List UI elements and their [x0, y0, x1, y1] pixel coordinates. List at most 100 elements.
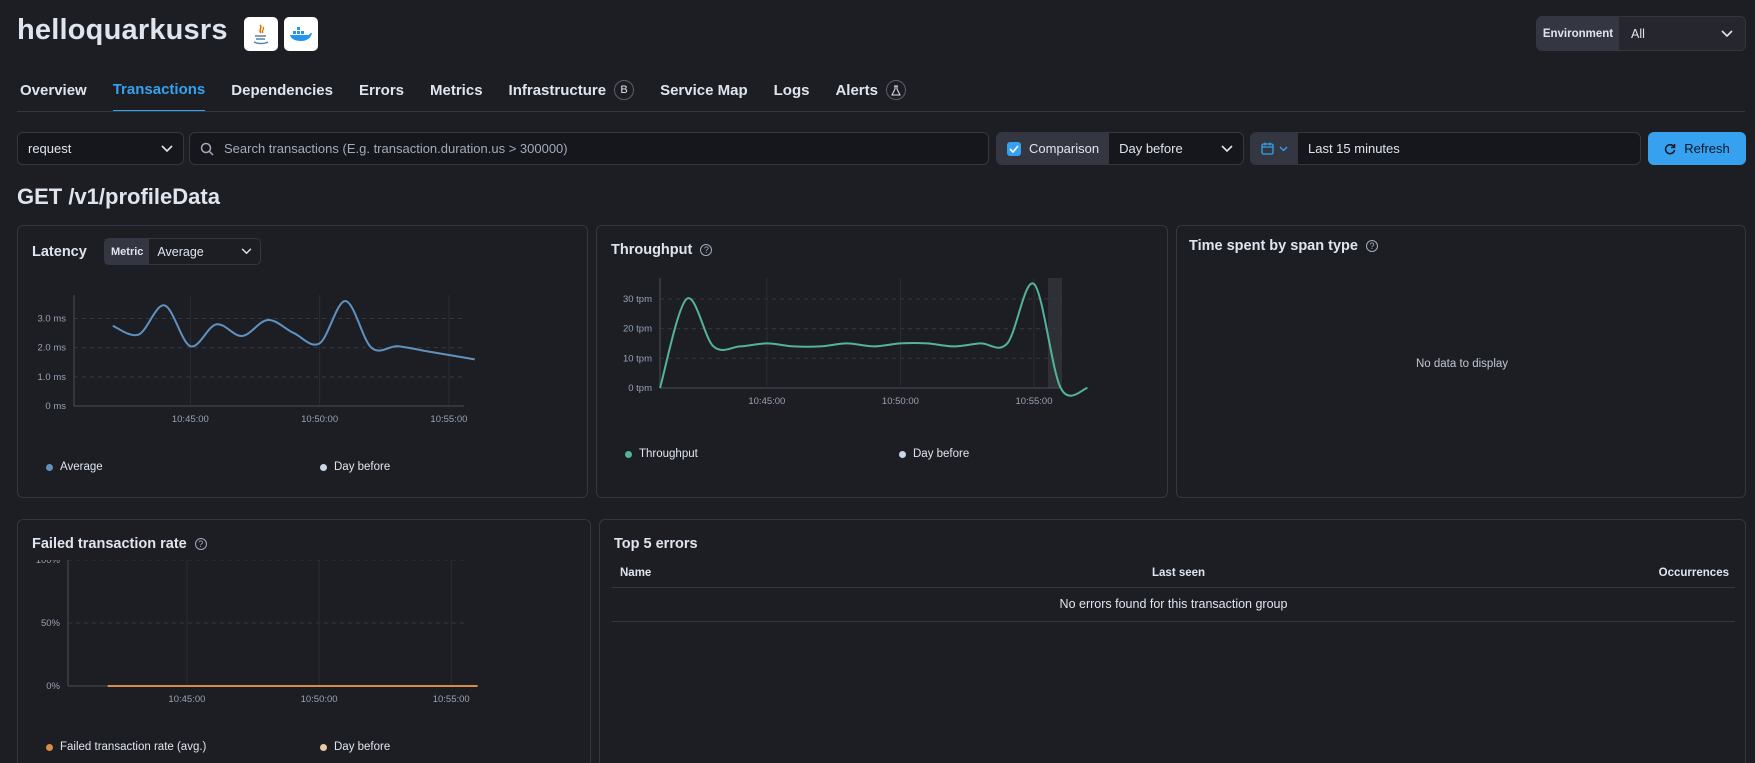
tab-logs[interactable]: Logs [774, 78, 810, 112]
x-tick-label: 10:50:00 [301, 414, 338, 425]
transaction-name: GET /v1/profileData [17, 184, 220, 209]
tab-alerts[interactable]: Alerts [835, 78, 906, 112]
search-placeholder: Search transactions (E.g. transaction.du… [224, 141, 568, 156]
legend-item-average[interactable]: Average [46, 461, 103, 473]
empty-state-text: No data to display [1415, 358, 1509, 370]
tab-overview[interactable]: Overview [20, 78, 87, 112]
column-header-name[interactable]: Name [620, 567, 651, 579]
transaction-type-select[interactable]: request [17, 132, 184, 165]
column-header-occurrences[interactable]: Occurrences [1659, 567, 1729, 579]
span-type-title-row: Time spent by span type ? [1189, 238, 1378, 254]
checkbox-checked-icon[interactable] [1007, 141, 1021, 156]
x-tick-label: 10:45:00 [748, 396, 785, 407]
calendar-icon [1261, 142, 1274, 155]
tab-transactions[interactable]: Transactions [112, 78, 206, 112]
x-tick-label: 10:45:00 [172, 414, 209, 425]
x-tick-label: 10:55:00 [433, 694, 470, 705]
service-title: helloquarkusrs [17, 14, 228, 46]
x-tick-label: 10:55:00 [1016, 396, 1053, 407]
throughput-title: Throughput [611, 242, 693, 258]
failed-rate-title: Failed transaction rate [32, 536, 187, 552]
beta-badge: B [614, 80, 635, 100]
y-tick-label: 0% [46, 681, 60, 692]
chevron-down-icon [1279, 146, 1288, 151]
legend-item-throughput[interactable]: Throughput [625, 448, 698, 460]
span-type-panel: Time spent by span type ? No data to dis… [1176, 225, 1746, 498]
tab-service-map[interactable]: Service Map [660, 78, 748, 112]
throughput-chart: 0 tpm 10 tpm 20 tpm 30 tpm 10:45:00 10:50:00 1… [623, 278, 1088, 407]
refresh-label: Refresh [1684, 141, 1730, 156]
y-tick-label: 2.0 ms [37, 343, 66, 354]
refresh-button[interactable]: Refresh [1648, 132, 1746, 165]
series-line [112, 300, 475, 361]
java-icon [244, 17, 278, 51]
latency-chart: 0 ms 1.0 ms 2.0 ms 3.0 ms 10:45:00 10:50:00 10… [37, 295, 475, 425]
date-range-value: Last 15 minutes [1308, 141, 1400, 156]
x-tick-label: 10:50:00 [882, 396, 919, 407]
throughput-title-row: Throughput ? [611, 242, 713, 258]
failed-rate-chart: 0% 50% 100% 10:45:00 10:50:00 10:55:00 [36, 560, 478, 705]
y-tick-label: 20 tpm [623, 324, 652, 335]
series-line [659, 282, 1088, 397]
y-tick-label: 30 tpm [623, 294, 652, 305]
throughput-panel: Throughput ? 0 tpm 10 tpm 20 tpm 30 tpm 10:4… [596, 225, 1168, 498]
legend-item-failed-rate[interactable]: Failed transaction rate (avg.) [46, 741, 206, 753]
failed-rate-title-row: Failed transaction rate ? [32, 536, 207, 552]
legend-item-day-before[interactable]: Day before [899, 448, 969, 460]
help-icon[interactable]: ? [1365, 240, 1378, 252]
docker-icon [284, 17, 318, 51]
y-tick-label: 1.0 ms [37, 372, 66, 383]
comparison-label: Comparison [1029, 141, 1100, 156]
tab-dependencies[interactable]: Dependencies [231, 78, 333, 112]
y-tick-label: 0 tpm [628, 383, 652, 394]
span-type-title: Time spent by span type [1189, 238, 1358, 254]
legend-dot [320, 463, 327, 471]
tab-metrics[interactable]: Metrics [430, 78, 483, 112]
beaker-icon [886, 80, 906, 100]
latency-title: Latency [32, 244, 87, 260]
tab-bar: Overview Transactions Dependencies Error… [20, 78, 932, 112]
legend-dot [46, 743, 53, 751]
y-tick-label: 10 tpm [623, 353, 652, 364]
tab-divider [17, 111, 1745, 112]
tab-infrastructure[interactable]: Infrastructure B [509, 78, 635, 112]
y-tick-label: 100% [36, 560, 61, 566]
legend-dot [320, 743, 327, 751]
top-errors-panel: Top 5 errors Name Last seen Occurrences … [599, 519, 1746, 763]
legend-dot [899, 450, 906, 458]
y-tick-label: 50% [41, 618, 61, 629]
metric-value: Average [157, 244, 204, 259]
chevron-down-icon [161, 144, 173, 152]
environment-label: Environment [1537, 17, 1619, 50]
latency-panel: Latency Metric Average 0 ms 1.0 ms 2.0 ms 3… [17, 225, 588, 498]
refresh-icon [1665, 143, 1676, 154]
search-icon [200, 142, 214, 156]
y-tick-label: 0 ms [45, 401, 66, 412]
y-tick-label: 3.0 ms [37, 314, 66, 325]
metric-select[interactable]: Metric Average [104, 238, 261, 265]
comparison-control[interactable]: Comparison Day before [996, 132, 1244, 165]
table-header-divider [612, 587, 1735, 588]
transaction-type-value: request [28, 141, 72, 156]
failed-rate-panel: Failed transaction rate ? 0% 50% 100% 10:45… [17, 519, 591, 763]
environment-value: All [1631, 26, 1645, 41]
x-tick-label: 10:50:00 [301, 694, 338, 705]
column-header-last-seen[interactable]: Last seen [1152, 567, 1205, 579]
chevron-down-icon [1221, 144, 1233, 152]
empty-table-text: No errors found for this transaction gro… [1059, 597, 1288, 611]
environment-select[interactable]: Environment All [1536, 16, 1746, 51]
legend-dot [46, 463, 53, 471]
search-transactions-input[interactable]: Search transactions (E.g. transaction.du… [189, 132, 989, 165]
date-range-picker[interactable]: Last 15 minutes [1250, 132, 1641, 165]
metric-label: Metric [105, 239, 150, 264]
quick-select-button[interactable] [1251, 133, 1298, 164]
tab-errors[interactable]: Errors [359, 78, 404, 112]
legend-item-day-before[interactable]: Day before [320, 461, 390, 473]
comparison-toggle[interactable]: Comparison [997, 133, 1110, 164]
comparison-value: Day before [1119, 141, 1183, 156]
x-tick-label: 10:55:00 [430, 414, 467, 425]
chevron-down-icon [241, 248, 252, 255]
help-icon[interactable]: ? [700, 244, 713, 256]
legend-item-day-before[interactable]: Day before [320, 741, 390, 753]
help-icon[interactable]: ? [194, 538, 207, 550]
